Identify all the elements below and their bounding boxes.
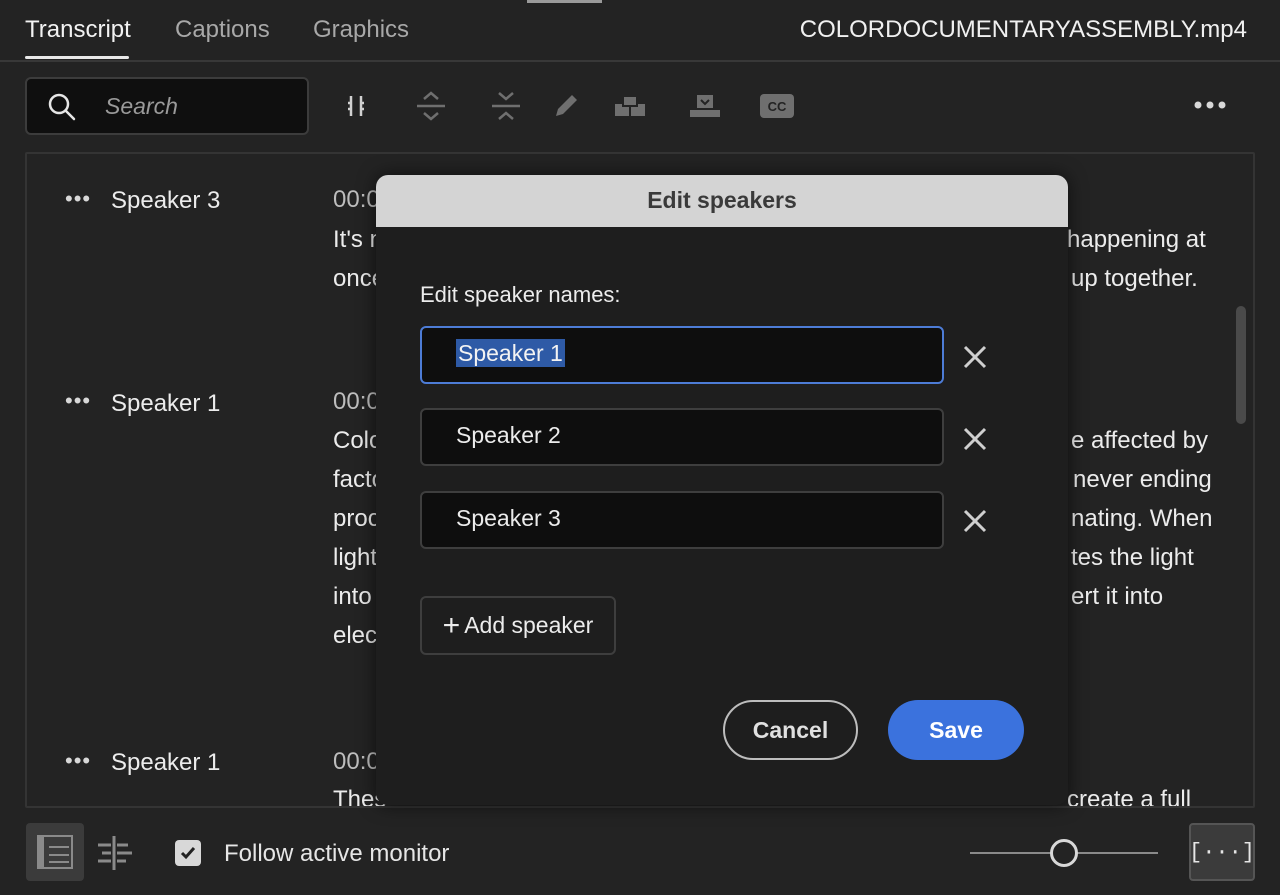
- pencil-icon[interactable]: [546, 86, 586, 126]
- checkmark-icon: [180, 847, 196, 860]
- tab-captions[interactable]: Captions: [175, 16, 270, 44]
- captions-cc-icon[interactable]: CC: [757, 86, 797, 126]
- speaker-name[interactable]: Speaker 1: [111, 390, 220, 418]
- transcript-text[interactable]: never ending: [1073, 466, 1212, 494]
- file-title: COLORDOCUMENTARYASSEMBLY.mp4: [799, 16, 1247, 43]
- filmstrip-icon: [37, 835, 73, 869]
- add-speaker-button[interactable]: + Add speaker: [420, 596, 616, 655]
- merge-segments-icon[interactable]: [336, 86, 376, 126]
- speaker-name-field-2[interactable]: Speaker 2: [420, 408, 944, 466]
- tab-graphics[interactable]: Graphics: [313, 16, 409, 44]
- transcript-text[interactable]: into: [333, 583, 372, 611]
- speaker-name[interactable]: Speaker 1: [111, 749, 220, 777]
- transcript-text[interactable]: tes the light: [1071, 544, 1194, 572]
- speaker-menu-icon[interactable]: •••: [65, 748, 91, 774]
- tab-transcript[interactable]: Transcript: [25, 16, 131, 44]
- speaker-name-field-3[interactable]: Speaker 3: [420, 491, 944, 549]
- speaker-name-input-1[interactable]: Speaker 1: [456, 339, 926, 372]
- speaker-menu-icon[interactable]: •••: [65, 186, 91, 212]
- speaker-name-input-3[interactable]: Speaker 3: [456, 505, 926, 537]
- dialog-title: Edit speakers: [647, 187, 797, 213]
- remove-speaker-1-icon[interactable]: [960, 342, 990, 372]
- transcript-text[interactable]: up together.: [1071, 265, 1198, 293]
- follow-active-monitor-checkbox[interactable]: [175, 840, 201, 866]
- cc-label: CC: [768, 99, 787, 114]
- collapse-icon[interactable]: [486, 86, 526, 126]
- insert-icon[interactable]: [610, 86, 650, 126]
- timestamp[interactable]: 00:0: [333, 388, 380, 416]
- speaker-name[interactable]: Speaker 3: [111, 187, 220, 215]
- search-box[interactable]: [25, 77, 309, 135]
- transcript-text[interactable]: e affected by: [1071, 427, 1208, 455]
- transcript-text[interactable]: proc: [333, 505, 380, 533]
- transcript-text[interactable]: nating. When: [1071, 505, 1212, 533]
- speaker-name-input-2[interactable]: Speaker 2: [456, 422, 926, 454]
- more-options-icon[interactable]: [1190, 90, 1230, 120]
- overwrite-icon[interactable]: [685, 86, 725, 126]
- transcript-text[interactable]: ert it into: [1071, 583, 1163, 611]
- expand-icon[interactable]: [411, 86, 451, 126]
- dialog-header: Edit speakers: [376, 175, 1068, 227]
- transcript-text[interactable]: create a full: [1067, 786, 1191, 806]
- cancel-button[interactable]: Cancel: [723, 700, 858, 760]
- transcript-text[interactable]: Colo: [333, 427, 382, 455]
- edit-speaker-names-label: Edit speaker names:: [420, 282, 621, 307]
- bracket-button[interactable]: [···]: [1189, 823, 1255, 881]
- add-speaker-label: Add speaker: [464, 612, 594, 638]
- transcript-text[interactable]: elec: [333, 622, 377, 650]
- selected-text: Speaker 1: [456, 339, 565, 367]
- transcript-view-toggle[interactable]: [26, 823, 84, 881]
- speaker-name-field-1[interactable]: Speaker 1: [420, 326, 944, 384]
- speaker-menu-icon[interactable]: •••: [65, 388, 91, 414]
- timestamp[interactable]: 00:0: [333, 186, 380, 214]
- scrollbar-thumb[interactable]: [1236, 306, 1246, 424]
- zoom-slider-thumb[interactable]: [1050, 839, 1078, 867]
- save-button[interactable]: Save: [888, 700, 1024, 760]
- search-input[interactable]: [105, 89, 301, 123]
- transcript-text[interactable]: happening at: [1067, 226, 1206, 254]
- follow-active-monitor-label: Follow active monitor: [224, 840, 450, 867]
- plus-icon: +: [442, 608, 461, 642]
- timestamp[interactable]: 00:0: [333, 748, 380, 776]
- tab-bar: Transcript Captions Graphics COLORDOCUME…: [0, 0, 1280, 62]
- align-segments-icon[interactable]: [94, 833, 134, 873]
- active-tab-underline: [25, 56, 129, 59]
- remove-speaker-3-icon[interactable]: [960, 506, 990, 536]
- transcript-text[interactable]: light: [333, 544, 377, 572]
- search-icon: [47, 92, 77, 127]
- edit-speakers-dialog: Edit speakers Edit speaker names: Speake…: [376, 175, 1068, 805]
- remove-speaker-2-icon[interactable]: [960, 424, 990, 454]
